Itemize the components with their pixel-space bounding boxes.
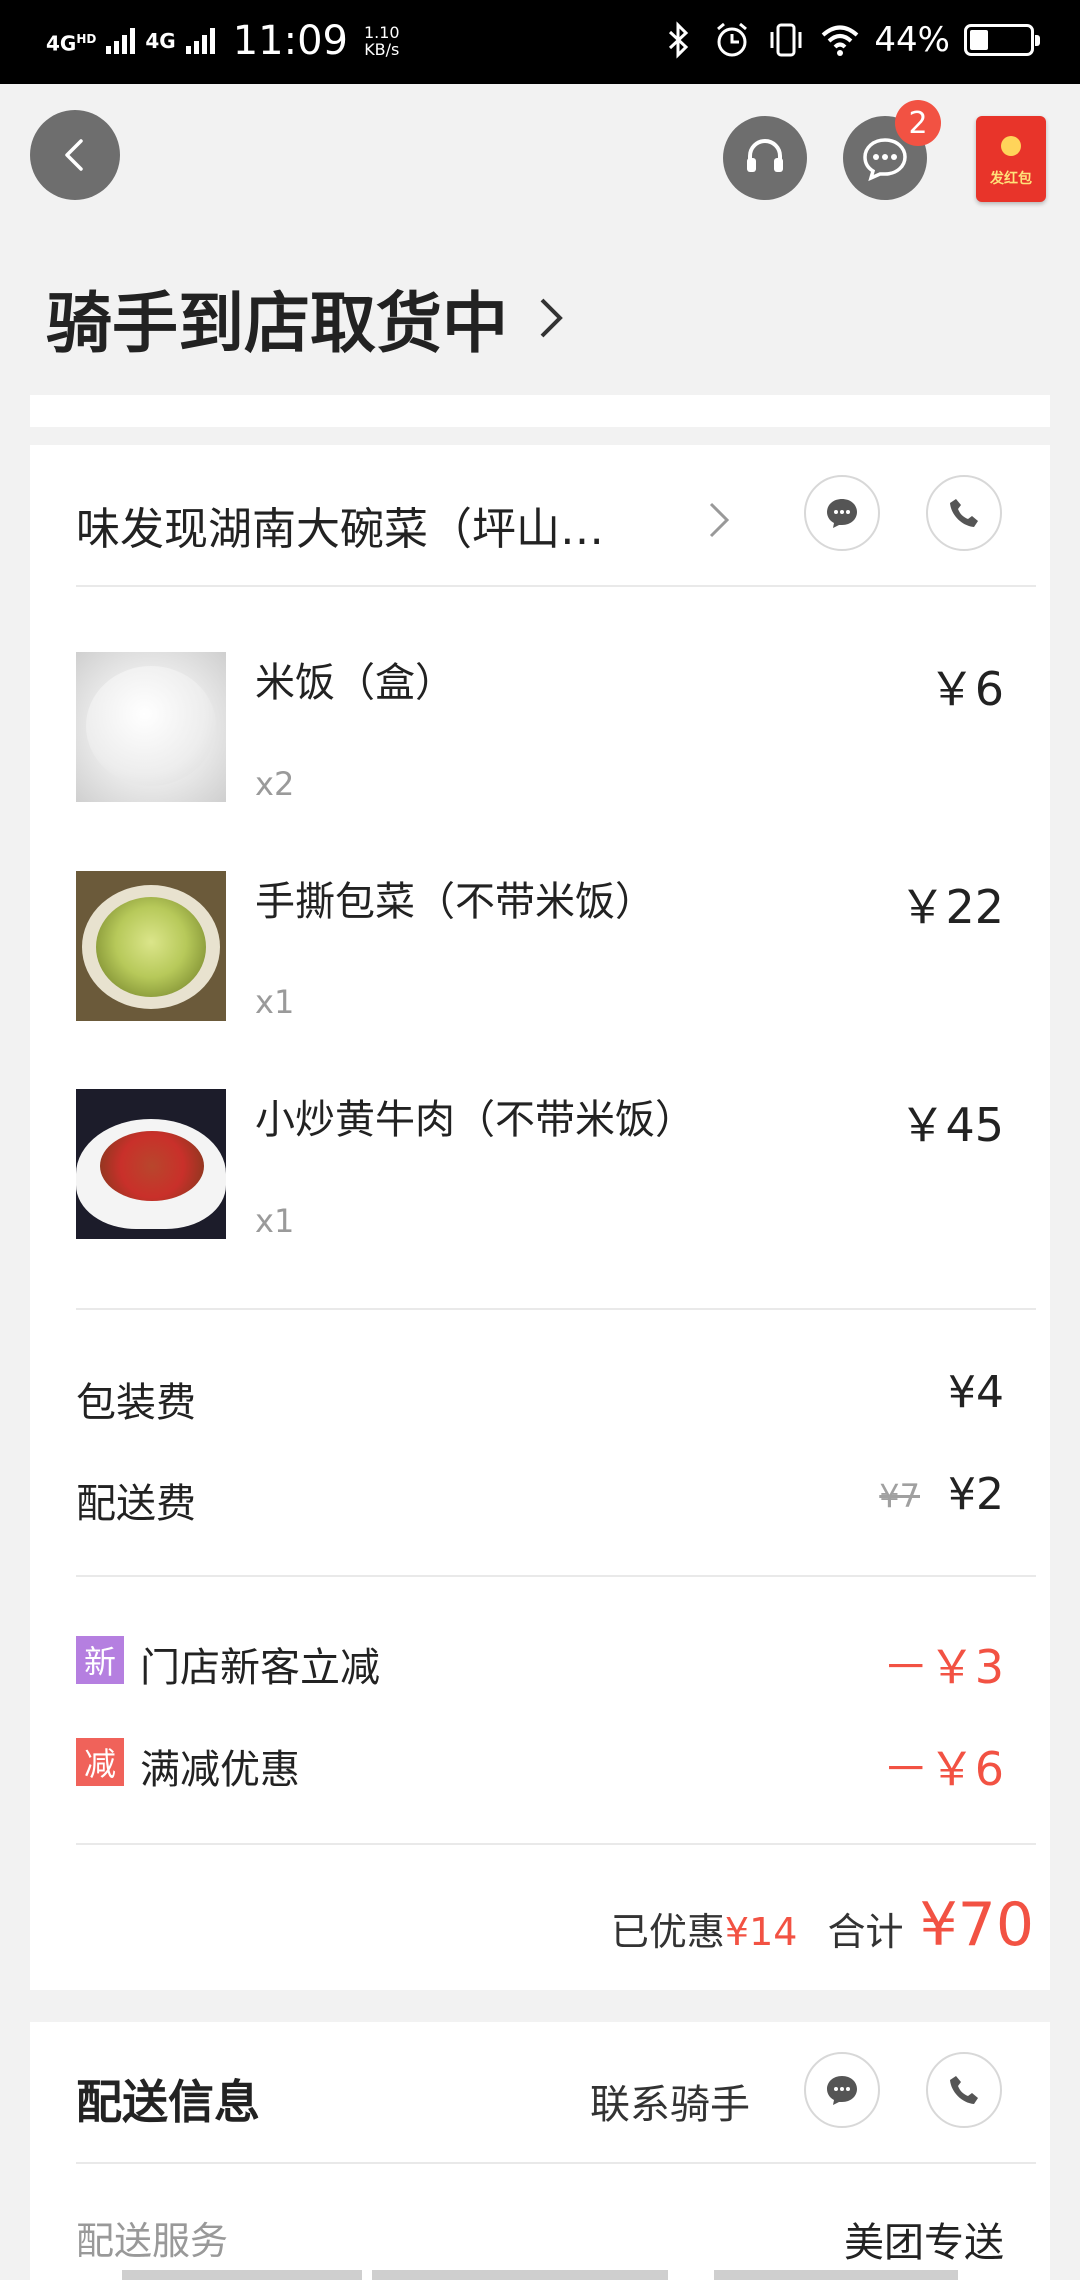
message-count-badge: 2 (895, 100, 941, 146)
item-price: ￥22 (899, 880, 1004, 934)
send-red-packet-button[interactable]: 发红包 (976, 116, 1046, 202)
total-label: 合计 (827, 1910, 904, 1954)
delivery-card: 配送信息 联系骑手 配送服务 美团专送 (30, 2022, 1050, 2280)
item-qty: x1 (255, 1202, 295, 1240)
chat-icon (827, 499, 857, 528)
order-status-title[interactable]: 骑手到店取货中 (46, 270, 564, 366)
order-total-row: 已优惠 ¥14 合计 ¥70 (611, 1890, 1034, 1960)
battery-icon (964, 24, 1040, 56)
scroll-hint-bar (122, 2270, 362, 2280)
headset-icon (747, 139, 783, 172)
signal-icon-2 (185, 28, 215, 54)
saved-amount: ¥14 (724, 1910, 798, 1954)
scroll-hint-bar (372, 2270, 668, 2280)
discount-label: 满减优惠 (140, 1747, 300, 1793)
item-image-cabbage (76, 871, 226, 1021)
delivery-service-label: 配送服务 (76, 2219, 229, 2263)
contact-rider-label: 联系骑手 (590, 2082, 750, 2128)
packaging-fee-label: 包装费 (76, 1380, 196, 1426)
bluetooth-icon (669, 21, 689, 59)
new-customer-tag: 新 (76, 1636, 124, 1684)
status-progress-strip (30, 395, 1050, 427)
store-chat-button[interactable] (804, 475, 880, 551)
item-name: 米饭（盒） (255, 660, 455, 706)
delivery-info-title: 配送信息 (76, 2075, 260, 2129)
alarm-icon (717, 22, 748, 57)
back-button[interactable] (30, 110, 120, 200)
clock: 11:09 (232, 18, 348, 64)
signal-icon (106, 28, 136, 54)
messages-button[interactable]: 2 (843, 100, 941, 200)
item-name: 小炒黄牛肉（不带米饭） (255, 1097, 695, 1143)
network-type-1: 4GHD (46, 31, 97, 56)
item-image-rice (76, 652, 226, 802)
network-type-2: 4G (145, 29, 176, 53)
battery-percent: 44% (874, 20, 950, 60)
store-name[interactable]: 味发现湖南大碗菜（坪山… (76, 493, 604, 557)
delivery-fee-value: ¥2 (948, 1469, 1004, 1520)
total-amount: ¥70 (919, 1890, 1034, 1960)
phone-icon (950, 499, 978, 527)
phone-icon (950, 2076, 978, 2104)
wifi-icon (822, 25, 859, 56)
full-reduction-tag: 减 (76, 1738, 124, 1786)
chevron-right-icon (709, 502, 730, 538)
red-packet-icon (1001, 136, 1021, 156)
rider-chat-button[interactable] (804, 2052, 880, 2128)
store-call-button[interactable] (926, 475, 1002, 551)
discount-value: －￥6 (882, 1742, 1004, 1796)
delivery-fee-original: ¥7 (879, 1477, 920, 1515)
back-arrow-icon (65, 139, 83, 171)
vibrate-icon (770, 23, 802, 57)
item-image-beef (76, 1089, 226, 1239)
chat-icon (827, 2076, 857, 2105)
order-card: 味发现湖南大碗菜（坪山… 米饭（盒） x2 ￥6 手撕包菜（不带米饭） x1 ￥… (30, 445, 1050, 1990)
customer-service-button[interactable] (723, 116, 807, 200)
saved-label: 已优惠 (610, 1910, 725, 1954)
item-qty: x1 (255, 983, 295, 1021)
item-price: ￥45 (899, 1098, 1004, 1152)
item-price: ￥6 (928, 662, 1004, 716)
discount-label: 门店新客立减 (140, 1645, 380, 1691)
scroll-hint-bar (714, 2270, 958, 2280)
item-qty: x2 (255, 765, 295, 803)
item-name: 手撕包菜（不带米饭） (255, 879, 655, 925)
delivery-service-value: 美团专送 (844, 2220, 1004, 2266)
chevron-right-icon (540, 298, 563, 338)
rider-call-button[interactable] (926, 2052, 1002, 2128)
status-bar: 4GHD 4G 11:09 1.10 KB/s 44% (0, 0, 1080, 84)
discount-value: －￥3 (882, 1640, 1004, 1694)
packaging-fee-value: ¥4 (948, 1367, 1004, 1418)
delivery-fee-label: 配送费 (76, 1481, 196, 1527)
network-speed: 1.10 KB/s (363, 23, 400, 59)
